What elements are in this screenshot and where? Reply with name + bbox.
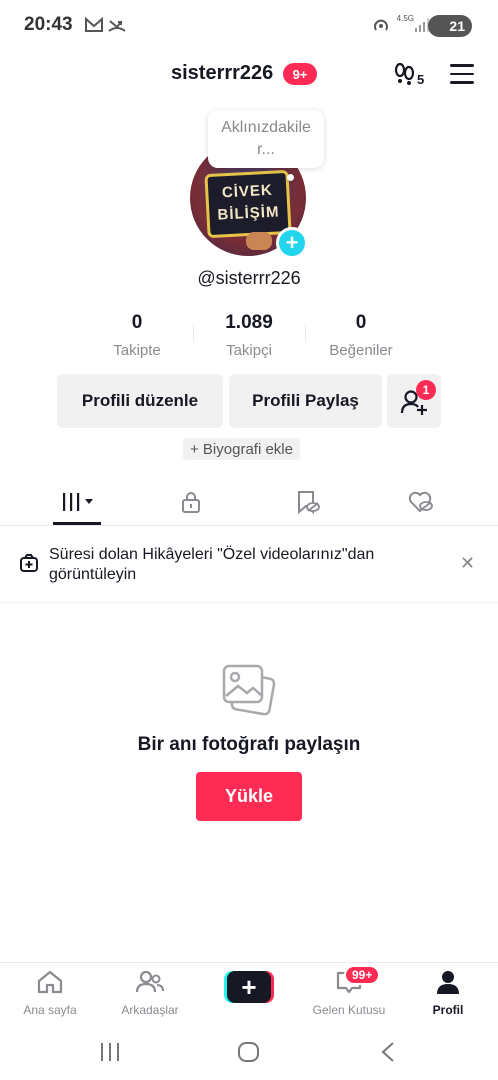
tab-liked[interactable] <box>397 486 445 518</box>
recent-apps-icon[interactable] <box>98 1042 122 1062</box>
avatar-hand <box>246 232 272 250</box>
plus-icon: + <box>227 971 271 1003</box>
stat-likes[interactable]: 0 Beğeniler <box>306 312 416 359</box>
nav-friends[interactable]: Arkadaşlar <box>105 969 195 1017</box>
story-plus-icon <box>19 554 39 579</box>
inbox-badge: 99+ <box>344 965 381 985</box>
network-type: 4.5G <box>396 14 414 23</box>
empty-state-title: Bir anı fotoğrafı paylaşın <box>137 734 361 755</box>
note-dot <box>287 174 294 181</box>
photo-icon <box>220 660 278 718</box>
stories-notice[interactable]: Süresi dolan Hikâyeleri "Özel videoların… <box>0 526 498 603</box>
stat-likes-value: 0 <box>355 312 367 333</box>
stat-followers-value: 1.089 <box>225 312 273 333</box>
gmail-icon <box>84 16 104 38</box>
header-username[interactable]: sisterrr226 <box>171 62 273 85</box>
tab-saved[interactable] <box>284 486 332 518</box>
bookmark-hidden-icon <box>298 491 320 514</box>
avatar-text-line2: BİLİŞİM <box>217 203 280 224</box>
nav-home-label: Ana sayfa <box>23 1003 77 1017</box>
add-friend-button[interactable]: 1 <box>387 374 441 428</box>
footprints-count: 5 <box>417 72 425 87</box>
stat-following[interactable]: 0 Takipte <box>82 312 192 359</box>
nav-home[interactable]: Ana sayfa <box>5 969 95 1017</box>
edit-profile-button[interactable]: Profili düzenle <box>57 374 223 428</box>
lock-icon <box>182 492 200 513</box>
stat-likes-label: Beğeniler <box>329 342 393 359</box>
menu-icon[interactable] <box>450 64 474 84</box>
profile-tabs <box>0 478 498 526</box>
avatar-text-line1: CİVEK <box>221 181 274 202</box>
add-friend-badge: 1 <box>416 380 436 400</box>
active-tab-indicator <box>53 522 101 525</box>
nav-profile-label: Profil <box>432 1003 464 1017</box>
nav-profile[interactable]: Profil <box>403 969 493 1017</box>
add-photo-button[interactable]: + <box>276 227 308 259</box>
tab-private[interactable] <box>167 486 215 518</box>
stat-following-label: Takipte <box>113 342 161 359</box>
upload-button[interactable]: Yükle <box>196 772 302 821</box>
heart-hidden-icon <box>408 491 433 513</box>
hotspot-icon <box>372 17 390 40</box>
note-text: Aklınızdakiler... <box>221 119 311 158</box>
stat-following-value: 0 <box>131 312 143 333</box>
profile-handle: @sisterrr226 <box>197 268 301 288</box>
nav-friends-label: Arkadaşlar <box>121 1003 179 1017</box>
close-icon[interactable]: ✕ <box>460 553 475 574</box>
grid-icon <box>63 493 93 511</box>
share-profile-button[interactable]: Profili Paylaş <box>229 374 382 428</box>
battery-indicator: 21 <box>428 15 472 37</box>
home-button-icon[interactable] <box>237 1041 261 1063</box>
add-bio-button[interactable]: + Biyografi ekle <box>183 438 300 460</box>
footprints-icon[interactable]: 5 <box>392 60 428 88</box>
avatar-logo: CİVEK BİLİŞİM <box>204 169 292 239</box>
back-icon[interactable] <box>378 1041 398 1063</box>
stat-followers-label: Takipçi <box>226 342 272 359</box>
battery-level: 21 <box>449 18 465 34</box>
tab-videos[interactable] <box>53 486 101 518</box>
profile-icon <box>437 971 459 994</box>
status-bar: 20:43 4.5G 21 <box>0 0 498 52</box>
home-icon <box>37 970 63 994</box>
notice-text: Süresi dolan Hikâyeleri "Özel videoların… <box>49 546 375 583</box>
system-nav-bar <box>0 1022 498 1080</box>
missed-call-icon <box>108 17 126 38</box>
nav-inbox-label: Gelen Kutusu <box>312 1003 386 1017</box>
create-button[interactable]: + <box>224 971 274 1003</box>
bottom-nav: Ana sayfa Arkadaşlar + Gelen Kutusu 99+ … <box>0 962 498 1022</box>
profile-header: sisterrr226 9+ 5 <box>0 52 498 96</box>
friends-icon <box>135 970 164 993</box>
notification-badge: 9+ <box>283 63 317 85</box>
status-time: 20:43 <box>24 14 73 35</box>
stat-followers[interactable]: 1.089 Takipçi <box>194 312 304 359</box>
note-bubble[interactable]: Aklınızdakiler... <box>208 110 324 168</box>
